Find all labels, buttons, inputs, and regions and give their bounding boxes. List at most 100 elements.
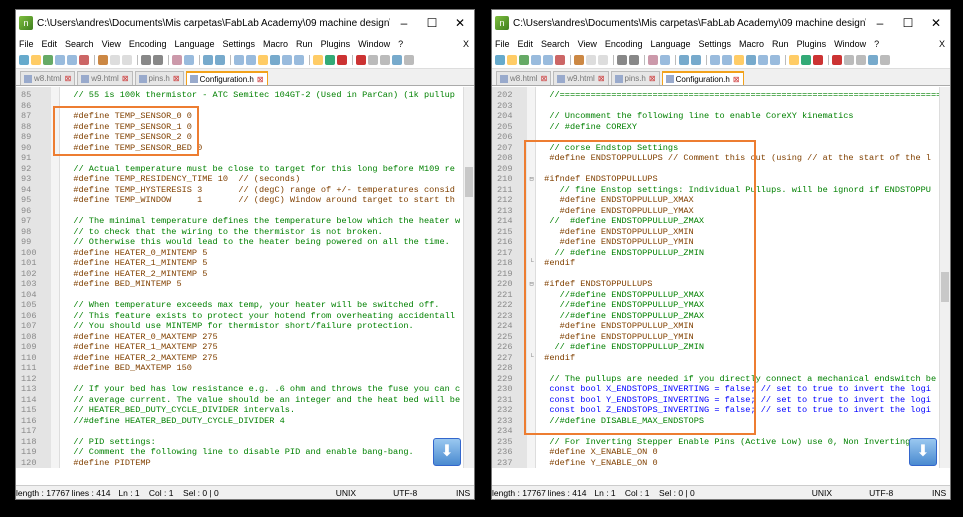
close-button[interactable]: ✕ [922, 16, 950, 30]
scrollbar-thumb[interactable] [941, 272, 949, 302]
toolbar-button-icon[interactable] [110, 55, 120, 65]
tab-w9-html[interactable]: w9.html ⊠ [77, 71, 133, 85]
menu-item-macro[interactable]: Macro [263, 39, 288, 49]
toolbar-button-icon[interactable] [215, 55, 225, 65]
toolbar-button-icon[interactable] [380, 55, 390, 65]
toolbar-button-icon[interactable] [880, 55, 890, 65]
toolbar-button-icon[interactable] [710, 55, 720, 65]
toolbar-button-icon[interactable] [555, 55, 565, 65]
menu-item-window[interactable]: Window [358, 39, 390, 49]
toolbar-button-icon[interactable] [356, 55, 366, 65]
toolbar-button-icon[interactable] [856, 55, 866, 65]
menu-item-encoding[interactable]: Encoding [129, 39, 167, 49]
toolbar-button-icon[interactable] [203, 55, 213, 65]
menu-item-language[interactable]: Language [174, 39, 214, 49]
toolbar-button-icon[interactable] [282, 55, 292, 65]
toolbar-button-icon[interactable] [746, 55, 756, 65]
toolbar-button-icon[interactable] [629, 55, 639, 65]
toolbar-button-icon[interactable] [368, 55, 378, 65]
toolbar-button-icon[interactable] [598, 55, 608, 65]
toolbar-button-icon[interactable] [141, 55, 151, 65]
toolbar-button-icon[interactable] [55, 55, 65, 65]
toolbar-button-icon[interactable] [868, 55, 878, 65]
close-tab-icon[interactable]: ⊠ [122, 72, 129, 85]
toolbar-button-icon[interactable] [531, 55, 541, 65]
toolbar-button-icon[interactable] [172, 55, 182, 65]
maximize-button[interactable]: ☐ [894, 16, 922, 30]
menu-item-settings[interactable]: Settings [699, 39, 732, 49]
maximize-button[interactable]: ☐ [418, 16, 446, 30]
tab-pins-h[interactable]: pins.h ⊠ [134, 71, 184, 85]
toolbar-button-icon[interactable] [19, 55, 29, 65]
close-tab-icon[interactable]: ⊠ [598, 72, 605, 85]
tab-configuration-h[interactable]: Configuration.h ⊠ [661, 71, 744, 86]
menu-close-button[interactable]: X [939, 39, 945, 49]
toolbar-button-icon[interactable] [734, 55, 744, 65]
toolbar-button-icon[interactable] [507, 55, 517, 65]
tab-pins-h[interactable]: pins.h ⊠ [610, 71, 660, 85]
scroll-down-arrow-icon[interactable]: ⬇ [433, 438, 461, 466]
menu-item-file[interactable]: File [495, 39, 510, 49]
tab-w8-html[interactable]: w8.html ⊠ [496, 71, 552, 85]
menu-item-plugins[interactable]: Plugins [797, 39, 827, 49]
toolbar-button-icon[interactable] [758, 55, 768, 65]
tab-configuration-h[interactable]: Configuration.h ⊠ [185, 71, 268, 86]
toolbar-button-icon[interactable] [258, 55, 268, 65]
toolbar-button-icon[interactable] [404, 55, 414, 65]
toolbar-button-icon[interactable] [789, 55, 799, 65]
menu-item-encoding[interactable]: Encoding [605, 39, 643, 49]
toolbar-button-icon[interactable] [495, 55, 505, 65]
menu-item-view[interactable]: View [578, 39, 597, 49]
toolbar-button-icon[interactable] [691, 55, 701, 65]
tab-w8-html[interactable]: w8.html ⊠ [20, 71, 76, 85]
toolbar-button-icon[interactable] [31, 55, 41, 65]
toolbar-button-icon[interactable] [660, 55, 670, 65]
menu-close-button[interactable]: X [463, 39, 469, 49]
toolbar-button-icon[interactable] [122, 55, 132, 65]
toolbar-button-icon[interactable] [813, 55, 823, 65]
toolbar-button-icon[interactable] [325, 55, 335, 65]
toolbar-button-icon[interactable] [43, 55, 53, 65]
minimize-button[interactable]: – [390, 16, 418, 30]
menu-item-search[interactable]: Search [541, 39, 570, 49]
close-tab-icon[interactable]: ⊠ [649, 72, 656, 85]
scroll-down-arrow-icon[interactable]: ⬇ [909, 438, 937, 466]
tab-w9-html[interactable]: w9.html ⊠ [553, 71, 609, 85]
menu-item-run[interactable]: Run [772, 39, 789, 49]
close-tab-icon[interactable]: ⊠ [541, 72, 548, 85]
toolbar-button-icon[interactable] [337, 55, 347, 65]
close-tab-icon[interactable]: ⊠ [65, 72, 72, 85]
menu-item-help[interactable]: ? [398, 39, 403, 49]
toolbar-button-icon[interactable] [392, 55, 402, 65]
toolbar-button-icon[interactable] [543, 55, 553, 65]
toolbar-button-icon[interactable] [574, 55, 584, 65]
toolbar-button-icon[interactable] [234, 55, 244, 65]
toolbar-button-icon[interactable] [153, 55, 163, 65]
toolbar-button-icon[interactable] [313, 55, 323, 65]
scrollbar-thumb[interactable] [465, 167, 473, 197]
toolbar-button-icon[interactable] [832, 55, 842, 65]
toolbar-button-icon[interactable] [246, 55, 256, 65]
menu-item-window[interactable]: Window [834, 39, 866, 49]
toolbar-button-icon[interactable] [67, 55, 77, 65]
close-button[interactable]: ✕ [446, 16, 474, 30]
menu-item-settings[interactable]: Settings [223, 39, 256, 49]
vertical-scrollbar[interactable] [463, 87, 474, 468]
toolbar-button-icon[interactable] [844, 55, 854, 65]
toolbar-button-icon[interactable] [184, 55, 194, 65]
menu-item-edit[interactable]: Edit [518, 39, 534, 49]
toolbar-button-icon[interactable] [519, 55, 529, 65]
menu-item-edit[interactable]: Edit [42, 39, 58, 49]
toolbar-button-icon[interactable] [801, 55, 811, 65]
close-tab-icon[interactable]: ⊠ [257, 73, 264, 86]
toolbar-button-icon[interactable] [586, 55, 596, 65]
menu-item-plugins[interactable]: Plugins [321, 39, 351, 49]
close-tab-icon[interactable]: ⊠ [733, 73, 740, 86]
toolbar-button-icon[interactable] [722, 55, 732, 65]
menu-item-file[interactable]: File [19, 39, 34, 49]
vertical-scrollbar[interactable] [939, 87, 950, 468]
menu-item-search[interactable]: Search [65, 39, 94, 49]
toolbar-button-icon[interactable] [648, 55, 658, 65]
menu-item-macro[interactable]: Macro [739, 39, 764, 49]
toolbar-button-icon[interactable] [617, 55, 627, 65]
